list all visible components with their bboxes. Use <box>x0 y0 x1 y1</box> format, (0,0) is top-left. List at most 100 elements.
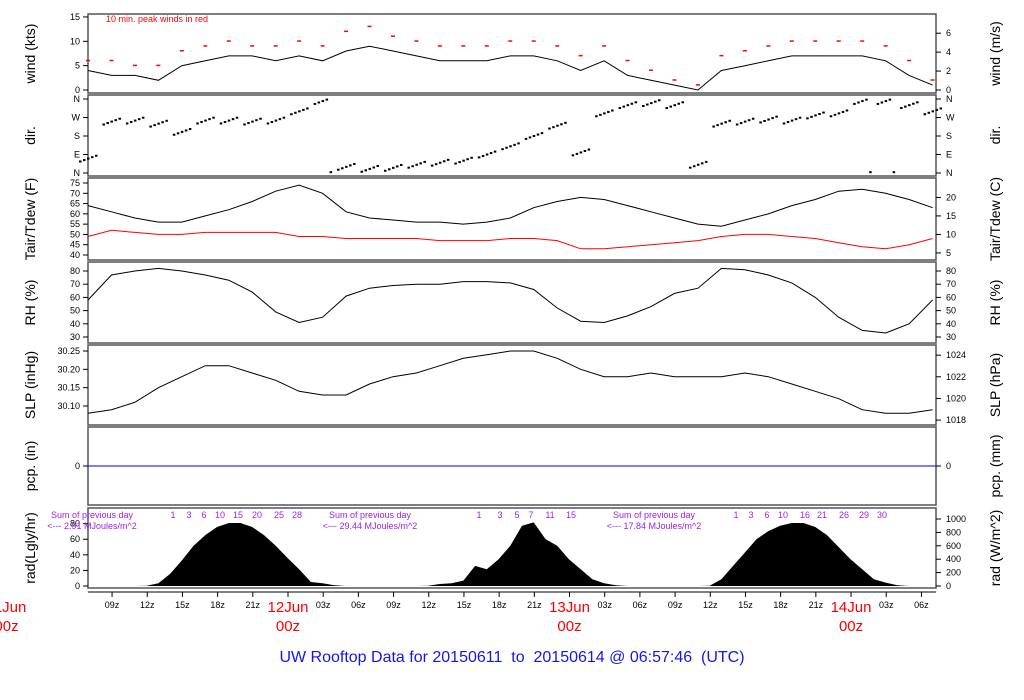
slp-tick-label: 30.25 <box>57 346 80 356</box>
dir-point <box>329 171 333 174</box>
dir-point <box>266 122 270 125</box>
wind-peak-mark <box>297 40 302 42</box>
dir-tick-label: S <box>74 131 80 141</box>
daily-sum-label: Sum of previous day <box>613 510 696 520</box>
temp-tick-label-right: 20 <box>946 192 956 202</box>
wind-tick-label: 5 <box>75 61 80 71</box>
cumulative-mark: 1 <box>733 510 738 520</box>
dir-point <box>298 110 301 113</box>
rh-line <box>87 267 933 334</box>
temp-tick-label-right: 5 <box>946 248 951 258</box>
dir-point <box>255 119 258 122</box>
dir-point <box>466 158 469 161</box>
dir-point <box>462 159 465 162</box>
day-label-time: 00z <box>0 618 19 635</box>
wind-peak-mark <box>695 84 700 86</box>
dir-point <box>524 137 528 140</box>
dir-point <box>857 101 860 104</box>
dir-point <box>196 122 199 125</box>
x-tick-label: 21z <box>246 600 261 610</box>
dir-point <box>368 167 372 170</box>
dir-point <box>912 102 915 105</box>
dir-point <box>837 112 841 115</box>
wind-peak-mark <box>132 64 137 67</box>
wind-peak-mark <box>86 59 90 62</box>
daily-sum-value: <--- 29.44 MJoules/m^2 <box>323 521 418 531</box>
dir-point <box>114 119 117 122</box>
dir-point <box>669 105 672 108</box>
radiation-area <box>88 522 933 586</box>
wind-peak-mark <box>836 40 841 42</box>
dir-point <box>235 116 239 119</box>
dir-point <box>814 114 817 117</box>
tair-line <box>87 184 933 227</box>
x-tick-label: 03z <box>597 600 612 610</box>
daily-sum-value: <--- 17.84 MJoules/m^2 <box>607 521 702 531</box>
dir-point <box>278 118 282 121</box>
dir-point <box>743 120 747 123</box>
dir-point <box>231 118 235 121</box>
dir-point <box>505 146 508 149</box>
dir-point <box>383 169 387 172</box>
dir-point <box>349 164 352 167</box>
dir-point <box>775 115 778 118</box>
x-tick-label: 09z <box>668 600 683 610</box>
dir-point <box>176 132 180 135</box>
wind-peak-mark <box>437 45 442 47</box>
slp-line <box>87 350 933 414</box>
dir-point <box>458 161 461 164</box>
dir-point <box>528 136 532 139</box>
rh-panel-frame <box>87 261 937 344</box>
x-tick-label: 09z <box>386 600 401 610</box>
dir-point <box>290 113 293 116</box>
wind-mean-line <box>87 45 933 91</box>
dir-point <box>763 119 766 122</box>
cumulative-mark: 10 <box>778 510 788 520</box>
dir-point <box>599 113 602 116</box>
dir-point <box>786 121 790 124</box>
dir-point <box>564 121 567 124</box>
dir-point <box>204 119 207 122</box>
chart-title: UW Rooftop Data for 20150611 to 20150614… <box>279 649 745 666</box>
dir-point <box>110 120 113 123</box>
wind-peak-mark <box>930 79 935 81</box>
dir-point <box>587 148 591 151</box>
rh-tick-label: 60 <box>70 292 80 302</box>
wind-peak-mark <box>766 45 771 47</box>
dir-point <box>735 123 739 126</box>
dir-point <box>270 121 274 124</box>
dir-point <box>321 100 325 103</box>
wind-peak-mark <box>719 54 724 57</box>
rad-tick-label-right: 800 <box>946 527 961 537</box>
dir-point <box>208 118 211 121</box>
wind-peak-mark <box>907 59 912 62</box>
wind-peak-mark <box>461 45 466 47</box>
slp-tick-label: 30.10 <box>57 401 80 411</box>
dir-point <box>595 115 598 118</box>
slp-tick-label-right: 1024 <box>946 350 966 360</box>
dir-point <box>861 100 864 103</box>
dir-point <box>212 116 215 119</box>
dir-point <box>935 108 939 111</box>
dir-point <box>712 125 715 128</box>
temp-tick-label: 55 <box>70 219 80 229</box>
dir-point <box>317 101 321 104</box>
dir-point <box>149 125 152 128</box>
dir-point <box>658 99 661 102</box>
dir-point <box>438 161 442 164</box>
dir-point <box>172 133 176 136</box>
day-label-date: 13Jun <box>549 599 590 616</box>
wind-ylabel-right: wind (m/s) <box>987 21 1003 87</box>
dir-point <box>923 113 927 116</box>
dir-point <box>771 117 774 120</box>
wind-peak-mark <box>156 64 161 67</box>
wind-tick-label-right: 6 <box>946 28 951 38</box>
x-tick-label: 03z <box>316 600 331 610</box>
slp-tick-label-right: 1022 <box>946 372 966 382</box>
dir-tick-label-right: E <box>946 150 952 160</box>
dir-point <box>294 111 297 114</box>
dir-point <box>654 100 657 103</box>
dir-point <box>876 102 880 105</box>
temp-tick-label: 65 <box>70 199 80 209</box>
rad-tick-label: 20 <box>70 565 80 575</box>
